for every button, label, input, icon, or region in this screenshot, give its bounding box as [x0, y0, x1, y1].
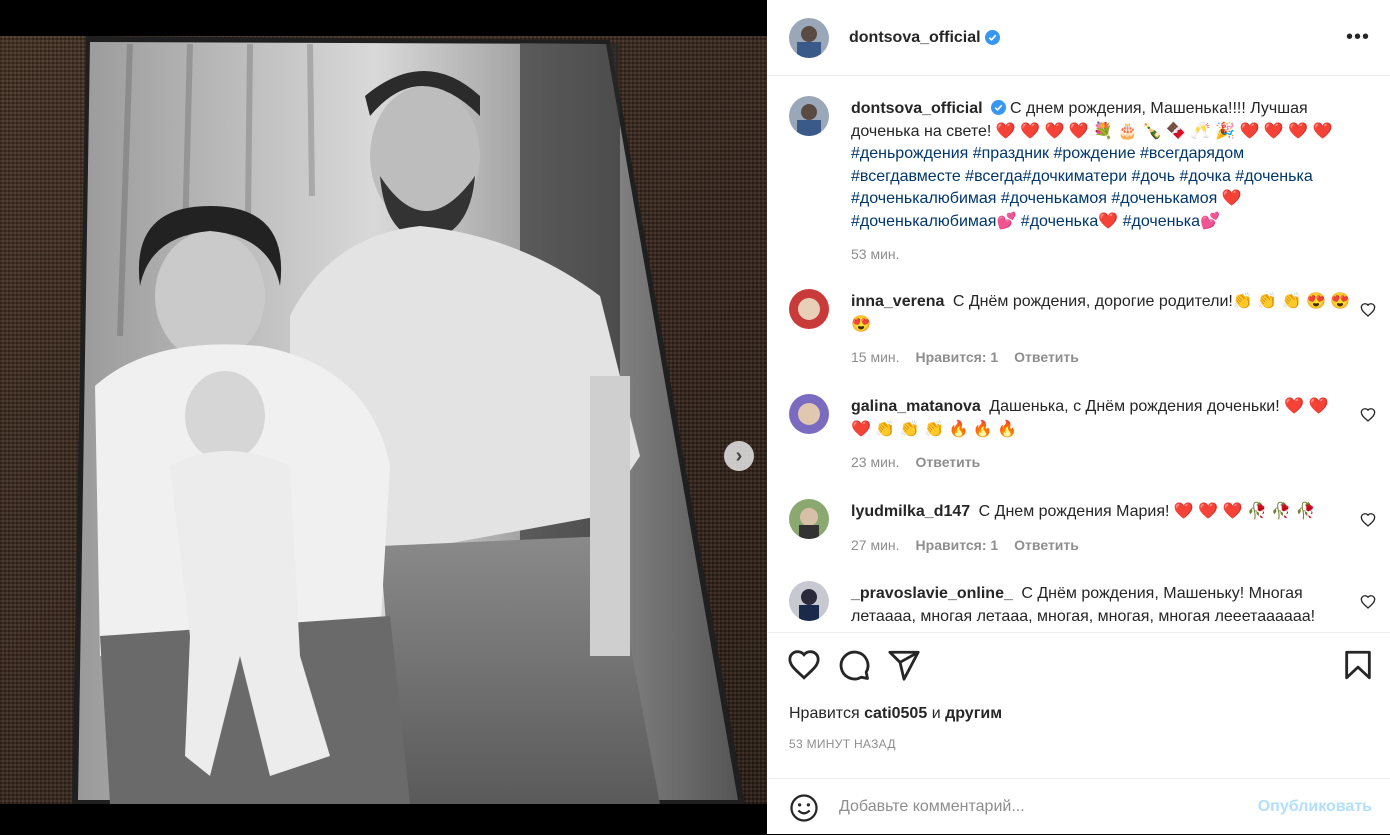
comment-time[interactable]: 15 мин. [851, 346, 900, 369]
chevron-right-icon[interactable]: › [724, 441, 754, 471]
likes-summary: Нравится cati0505 и другим [789, 705, 1002, 723]
caption-hashtags[interactable]: #деньрождения #праздник #рождение #всегд… [851, 145, 1313, 230]
comment-username[interactable]: galina_matanova [851, 398, 981, 415]
caption-time[interactable]: 53 мин. [851, 243, 900, 266]
commenter-avatar[interactable] [789, 581, 829, 621]
commenter-avatar[interactable] [789, 499, 829, 539]
comments-scroll-area[interactable]: dontsova_official С днем рождения, Машен… [767, 76, 1390, 633]
comment-meta: 15 мин. Нравится: 1 Ответить [851, 346, 1351, 369]
comment-text-block: _pravoslavie_online_ С Днём рождения, Ма… [851, 583, 1351, 628]
family-photo [72, 36, 745, 804]
commenter-avatar[interactable] [789, 394, 829, 434]
commenter-avatar[interactable] [789, 289, 829, 329]
comment-text: С Днем рождения Мария! ❤️ ❤️ ❤️ 🥀 🥀 🥀 [978, 503, 1316, 520]
likes-prefix: Нравится [789, 705, 860, 722]
paper-plane-icon[interactable] [887, 648, 921, 682]
comment-time[interactable]: 23 мин. [851, 451, 900, 474]
likes-others[interactable]: другим [945, 705, 1002, 722]
comment-heart-icon[interactable] [1360, 512, 1376, 528]
comment-username[interactable]: _pravoslavie_online_ [851, 585, 1013, 602]
comment-heart-icon[interactable] [1360, 302, 1376, 318]
comment-text-block: inna_verena С Днём рождения, дорогие род… [851, 291, 1351, 369]
add-comment-bar: Опубликовать [767, 778, 1390, 835]
author-avatar[interactable] [789, 96, 829, 136]
heart-icon[interactable] [787, 648, 821, 682]
verified-badge-icon [990, 100, 1006, 115]
bookmark-icon[interactable] [1341, 648, 1375, 682]
author-avatar[interactable] [789, 17, 829, 58]
more-options-icon[interactable]: ••• [1346, 26, 1370, 49]
comment-username[interactable]: lyudmilka_d147 [851, 503, 970, 520]
comment-likes[interactable]: Нравится: 1 [916, 346, 999, 369]
comment-heart-icon[interactable] [1360, 407, 1376, 423]
post-actions [767, 648, 1390, 688]
comment-icon[interactable] [837, 648, 871, 682]
author-username[interactable]: dontsova_official [849, 29, 981, 47]
instagram-post-dialog: › dontsova_official ••• dontsova_officia… [0, 0, 1390, 834]
post-header: dontsova_official ••• [767, 0, 1390, 76]
caption-text-block: dontsova_official С днем рождения, Машен… [851, 98, 1351, 266]
post-side-panel: dontsova_official ••• dontsova_official … [767, 0, 1390, 834]
comment-meta: 27 мин. Нравится: 1 Ответить [851, 534, 1351, 557]
verified-badge-icon [984, 30, 1000, 45]
likes-and: и [931, 705, 941, 722]
comment-likes[interactable]: Нравится: 1 [916, 534, 999, 557]
reply-button[interactable]: Ответить [1014, 534, 1079, 557]
comment-meta: 23 мин. Ответить [851, 451, 1351, 474]
comment-heart-icon[interactable] [1360, 594, 1376, 610]
comment-text-block: lyudmilka_d147 С Днем рождения Мария! ❤️… [851, 501, 1351, 556]
caption-meta: 53 мин. [851, 243, 1351, 266]
post-media: › [0, 36, 767, 804]
emoji-icon[interactable] [789, 793, 819, 823]
publish-button[interactable]: Опубликовать [1258, 798, 1372, 816]
reply-button[interactable]: Ответить [916, 451, 981, 474]
comment-username[interactable]: inna_verena [851, 293, 944, 310]
comment-time[interactable]: 27 мин. [851, 534, 900, 557]
reply-button[interactable]: Ответить [1014, 346, 1079, 369]
caption-username[interactable]: dontsova_official [851, 100, 983, 117]
post-timestamp[interactable]: 53 МИНУТ НАЗАД [789, 737, 896, 751]
likes-user[interactable]: cati0505 [864, 705, 927, 722]
comment-text-block: galina_matanova Дашенька, с Днём рождени… [851, 396, 1351, 474]
comment-input[interactable] [837, 791, 1241, 823]
